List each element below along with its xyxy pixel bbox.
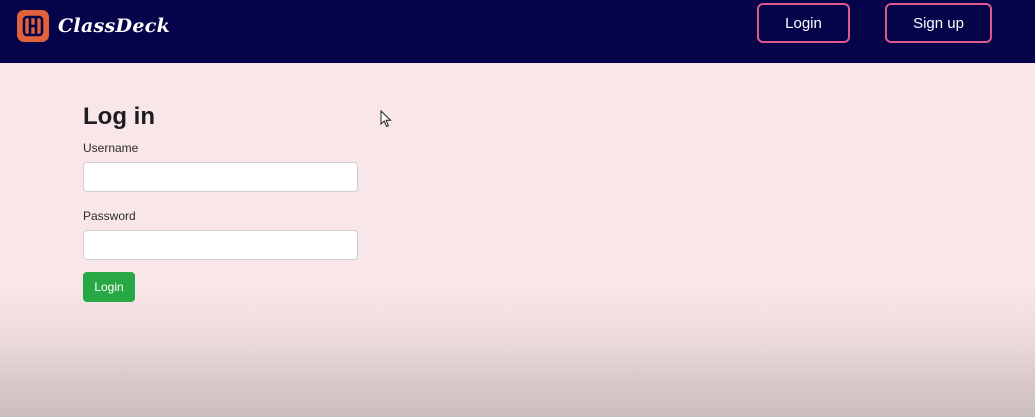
username-field[interactable]: [83, 162, 358, 192]
login-submit-button[interactable]: Login: [83, 272, 135, 302]
login-form: Log in Username Password Login: [83, 103, 358, 302]
username-label: Username: [83, 141, 139, 155]
nav-login-button[interactable]: Login: [757, 3, 850, 43]
password-field[interactable]: [83, 230, 358, 260]
classdeck-logo-icon: [17, 10, 49, 42]
nav-signup-button[interactable]: Sign up: [885, 3, 992, 43]
top-navbar: ClassDeck Login Sign up: [0, 0, 1035, 63]
brand[interactable]: ClassDeck: [17, 8, 170, 44]
page-title: Log in: [83, 103, 155, 130]
brand-name: ClassDeck: [58, 15, 171, 37]
main-content: Log in Username Password Login: [0, 63, 1035, 417]
password-label: Password: [83, 209, 136, 223]
mouse-pointer-icon: [380, 109, 392, 133]
